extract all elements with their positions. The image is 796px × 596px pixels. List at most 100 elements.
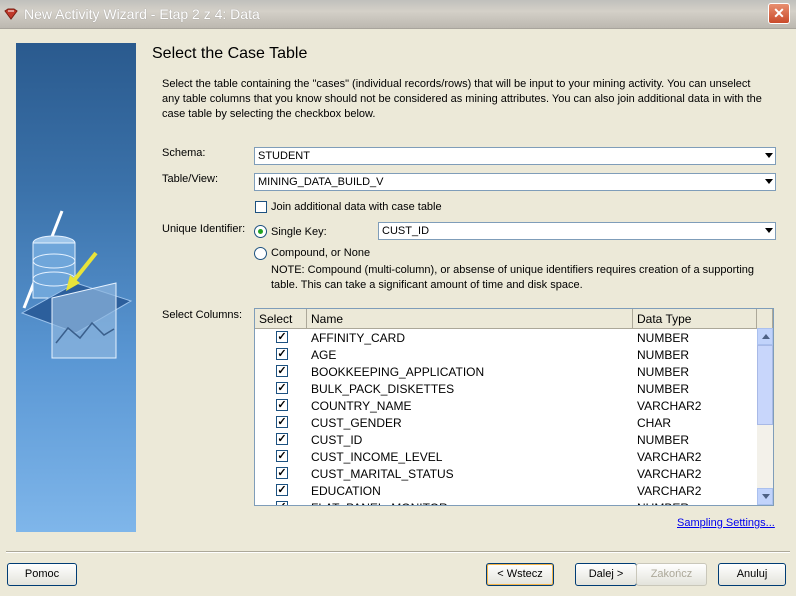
column-name: EDUCATION xyxy=(311,484,381,498)
column-data-type: NUMBER xyxy=(637,365,690,379)
help-button[interactable]: Pomoc xyxy=(7,563,77,586)
select-cell: ✓ xyxy=(255,431,307,448)
compound-note: NOTE: Compound (multi-column), or absens… xyxy=(271,264,755,291)
oracle-app-icon xyxy=(4,8,18,20)
schema-value: STUDENT xyxy=(258,150,310,162)
title-bar: New Activity Wizard - Etap 2 z 4: Data ✕ xyxy=(0,0,796,29)
column-select-checkbox[interactable]: ✓ xyxy=(276,467,288,479)
single-key-value: CUST_ID xyxy=(382,225,430,237)
arrow-up-icon xyxy=(762,334,770,339)
compound-radio[interactable] xyxy=(254,247,267,260)
table-row[interactable]: ✓ COUNTRY_NAME VARCHAR2 xyxy=(255,397,757,414)
column-data-type: CHAR xyxy=(637,416,672,430)
join-data-label: Join additional data with case table xyxy=(271,201,442,213)
table-row[interactable]: ✓ AGE NUMBER xyxy=(255,346,757,363)
column-select-checkbox[interactable]: ✓ xyxy=(276,365,288,377)
single-key-radio[interactable] xyxy=(254,225,267,238)
column-data-type: NUMBER xyxy=(637,433,690,447)
table-row[interactable]: ✓ CUST_MARITAL_STATUS VARCHAR2 xyxy=(255,465,757,482)
header-name[interactable]: Name xyxy=(307,309,633,328)
arrow-down-icon xyxy=(762,494,770,499)
page-description: Select the table containing the "cases" … xyxy=(162,78,762,120)
compound-label: Compound, or None xyxy=(271,247,371,259)
column-select-checkbox[interactable]: ✓ xyxy=(276,331,288,343)
select-cell: ✓ xyxy=(255,414,307,431)
join-data-checkbox[interactable] xyxy=(255,201,267,213)
select-cell: ✓ xyxy=(255,329,307,346)
table-view-label: Table/View: xyxy=(162,173,219,185)
column-data-type: NUMBER xyxy=(633,499,757,505)
table-row[interactable]: ✓ BULK_PACK_DISKETTES NUMBER xyxy=(255,380,757,397)
table-row[interactable]: ✓ CUST_ID NUMBER xyxy=(255,431,757,448)
column-name: CUST_GENDER xyxy=(311,416,402,430)
column-name: CUST_INCOME_LEVEL xyxy=(311,450,443,464)
sampling-settings-link[interactable]: Sampling Settings... xyxy=(677,517,775,529)
column-select-checkbox[interactable]: ✓ xyxy=(276,416,288,428)
close-button[interactable]: ✕ xyxy=(768,3,790,24)
select-cell: ✓ xyxy=(255,482,307,499)
column-name: AGE xyxy=(311,348,337,362)
column-select-checkbox[interactable]: ✓ xyxy=(276,348,288,360)
table-header: Select Name Data Type xyxy=(255,309,773,329)
select-cell: ✓ xyxy=(255,448,307,465)
table-row[interactable]: ✓ CUST_INCOME_LEVEL VARCHAR2 xyxy=(255,448,757,465)
column-name: AFFINITY_CARD xyxy=(311,331,406,345)
select-cell: ✓ xyxy=(255,346,307,363)
footer-separator xyxy=(6,551,790,553)
select-cell: ✓ xyxy=(255,363,307,380)
scroll-up-button[interactable] xyxy=(757,328,773,345)
table-view-value: MINING_DATA_BUILD_V xyxy=(258,176,384,188)
column-name: CUST_ID xyxy=(311,433,363,447)
column-select-checkbox[interactable]: ✓ xyxy=(276,382,288,394)
table-row[interactable]: ✓ AFFINITY_CARD NUMBER xyxy=(255,329,757,346)
column-data-type: VARCHAR2 xyxy=(637,450,702,464)
scroll-down-button[interactable] xyxy=(757,488,773,505)
table-row[interactable]: ✓ BOOKKEEPING_APPLICATION NUMBER xyxy=(255,363,757,380)
column-data-type: NUMBER xyxy=(637,382,690,396)
table-row[interactable]: ✓ CUST_GENDER CHAR xyxy=(255,414,757,431)
single-key-label: Single Key: xyxy=(271,226,327,238)
select-cell: ✓ xyxy=(255,397,307,414)
column-data-type: NUMBER xyxy=(637,348,690,362)
column-name: CUST_MARITAL_STATUS xyxy=(311,467,454,481)
column-name: BULK_PACK_DISKETTES xyxy=(311,382,455,396)
wizard-side-illustration xyxy=(16,43,136,532)
window-title: New Activity Wizard - Etap 2 z 4: Data xyxy=(24,6,260,22)
header-select[interactable]: Select xyxy=(255,309,307,328)
cancel-button[interactable]: Anuluj xyxy=(718,563,786,586)
chevron-down-icon xyxy=(765,153,773,158)
back-button[interactable]: < Wstecz xyxy=(486,563,554,586)
header-data-type[interactable]: Data Type xyxy=(633,309,757,328)
column-data-type: VARCHAR2 xyxy=(637,484,702,498)
select-columns-label: Select Columns: xyxy=(162,309,243,321)
next-button[interactable]: Dalej > xyxy=(575,563,637,586)
close-icon: ✕ xyxy=(773,5,785,21)
column-select-checkbox[interactable]: ✓ xyxy=(276,399,288,411)
table-row[interactable]: ✓ EDUCATION VARCHAR2 xyxy=(255,482,757,499)
table-scrollbar[interactable] xyxy=(757,328,773,505)
column-select-checkbox[interactable]: ✓ xyxy=(276,433,288,445)
select-cell: ✓ xyxy=(255,380,307,397)
column-name: BOOKKEEPING_APPLICATION xyxy=(311,365,485,379)
schema-label: Schema: xyxy=(162,147,206,159)
chevron-down-icon xyxy=(765,179,773,184)
column-data-type: NUMBER xyxy=(637,331,690,345)
single-key-select[interactable]: CUST_ID xyxy=(378,222,776,240)
column-data-type: VARCHAR2 xyxy=(637,399,702,413)
scroll-thumb[interactable] xyxy=(757,345,773,425)
column-select-checkbox[interactable]: ✓ xyxy=(276,501,288,505)
column-select-checkbox[interactable]: ✓ xyxy=(276,484,288,496)
table-view-select[interactable]: MINING_DATA_BUILD_V xyxy=(254,173,776,191)
table-row[interactable]: ✓ FLAT_PANEL_MONITORNUMBER xyxy=(255,499,757,505)
columns-table[interactable]: Select Name Data Type ✓ AFFINITY_CARD NUMB… xyxy=(254,308,774,506)
finish-button[interactable]: Zakończ xyxy=(636,563,707,586)
data-mining-graphic-icon xyxy=(20,210,133,359)
select-cell: ✓ xyxy=(255,465,307,482)
unique-identifier-label: Unique Identifier: xyxy=(162,223,246,235)
select-cell: ✓ xyxy=(255,499,307,505)
column-name: COUNTRY_NAME xyxy=(311,399,412,413)
schema-select[interactable]: STUDENT xyxy=(254,147,776,165)
column-data-type: VARCHAR2 xyxy=(637,467,702,481)
column-select-checkbox[interactable]: ✓ xyxy=(276,450,288,462)
header-corner xyxy=(757,309,773,328)
